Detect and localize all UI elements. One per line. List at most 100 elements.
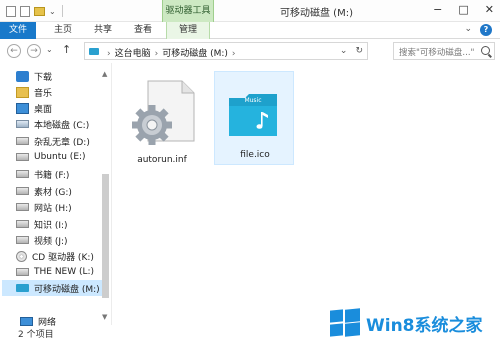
sidebar-item-drive-c[interactable]: 本地磁盘 (C:)	[16, 116, 89, 132]
music-folder-file-icon: Music	[229, 94, 277, 136]
breadcrumb-separator: ›	[107, 49, 111, 59]
sidebar-item-label: 视频 (J:)	[34, 236, 68, 247]
window-title: 可移动磁盘 (M:)	[280, 8, 353, 19]
download-folder-icon	[16, 70, 29, 82]
close-button[interactable]: ✕	[485, 3, 494, 16]
settings-file-icon	[132, 80, 195, 145]
drive-icon	[16, 236, 29, 244]
sidebar-item-drive-l[interactable]: THE NEW (L:)	[16, 264, 94, 280]
search-box[interactable]: 搜索"可移动磁盘..."	[393, 42, 495, 60]
recent-locations-icon[interactable]: ⌄	[46, 45, 53, 54]
tab-file[interactable]: 文件	[0, 22, 36, 39]
drive-icon	[16, 220, 29, 228]
music-folder-icon	[16, 86, 29, 98]
tab-manage[interactable]: 管理	[166, 22, 210, 39]
icon-label: Music	[244, 97, 261, 104]
customize-toolbar-icon[interactable]: ⌄	[49, 7, 56, 16]
ribbon-tabs: 文件 主页 共享 查看 管理 ⌄ ?	[0, 22, 500, 39]
sidebar-item-label: 杂乱无章 (D:)	[34, 137, 90, 148]
refresh-icon[interactable]: ↻	[355, 46, 363, 56]
sidebar-item-label: 下载	[34, 72, 53, 83]
drive-icon	[16, 137, 29, 145]
breadcrumb-removable-disk[interactable]: 可移动磁盘 (M:)	[162, 49, 228, 59]
sidebar-item-downloads[interactable]: 下载	[16, 68, 52, 84]
file-list: autorun.inf Music file.ico	[112, 63, 500, 325]
sidebar-item-desktop[interactable]: 桌面	[16, 100, 52, 116]
removable-drive-icon	[89, 48, 99, 55]
drive-icon	[16, 187, 29, 195]
sidebar-item-music[interactable]: 音乐	[16, 84, 52, 100]
back-button[interactable]: ←	[7, 44, 21, 58]
up-button[interactable]: ↑	[62, 43, 71, 56]
new-folder-icon[interactable]	[34, 6, 45, 16]
sidebar-item-drive-g[interactable]: 素材 (G:)	[16, 183, 72, 199]
network-icon	[20, 316, 33, 326]
drive-icon	[16, 170, 29, 178]
tab-home[interactable]: 主页	[54, 22, 72, 39]
forward-button[interactable]: →	[27, 44, 41, 58]
search-input[interactable]: 搜索"可移动磁盘..."	[399, 46, 474, 58]
minimize-button[interactable]: −	[433, 3, 442, 16]
breadcrumb-separator[interactable]: ›	[232, 49, 236, 59]
address-dropdown-icon[interactable]: ⌄	[340, 46, 348, 56]
sidebar-item-label: 可移动磁盘 (M:)	[34, 284, 100, 295]
sidebar-item-drive-j[interactable]: 视频 (J:)	[16, 232, 68, 248]
sidebar-item-label: Ubuntu (E:)	[34, 152, 86, 162]
breadcrumb: › 这台电脑 › 可移动磁盘 (M:) ›	[103, 46, 240, 59]
address-actions: ⌄ ↻	[340, 46, 363, 56]
desktop-folder-icon	[16, 102, 29, 114]
sidebar-item-label: 素材 (G:)	[34, 187, 72, 198]
navigation-scrollbar[interactable]: ▲ ▼	[100, 70, 110, 322]
scroll-up-icon[interactable]: ▲	[102, 70, 107, 78]
quick-access-toolbar: ⌄	[6, 4, 65, 18]
navigation-pane: 下载 音乐 桌面 本地磁盘 (C:) 杂乱无章 (D:) Ubuntu (E:)…	[0, 63, 112, 325]
sidebar-item-label: 知识 (I:)	[34, 220, 68, 231]
sidebar-item-label: 书籍 (F:)	[34, 170, 70, 181]
search-icon[interactable]	[481, 46, 490, 55]
sidebar-item-label: 网络	[38, 317, 57, 328]
properties-icon[interactable]	[6, 5, 16, 17]
sidebar-item-label: 网站 (H:)	[34, 203, 72, 214]
scroll-down-icon[interactable]: ▼	[102, 313, 107, 321]
sidebar-item-label: CD 驱动器 (K:)	[32, 252, 94, 263]
maximize-button[interactable]: □	[458, 3, 468, 16]
expand-ribbon-icon[interactable]: ⌄	[464, 24, 472, 36]
removable-drive-icon	[16, 284, 29, 292]
window-controls: − □ ✕	[433, 3, 494, 16]
system-drive-icon	[16, 120, 29, 128]
title-bar: ⌄ 驱动器工具 可移动磁盘 (M:) − □ ✕	[0, 0, 500, 22]
drive-icon	[16, 153, 29, 161]
watermark-text: Win8系统之家	[366, 315, 483, 336]
file-item-file-ico[interactable]: Music file.ico	[214, 71, 294, 165]
breadcrumb-this-pc[interactable]: 这台电脑	[115, 49, 151, 59]
sidebar-item-drive-d[interactable]: 杂乱无章 (D:)	[16, 133, 90, 149]
sidebar-item-drive-h[interactable]: 网站 (H:)	[16, 199, 72, 215]
sidebar-item-label: 音乐	[34, 88, 53, 99]
address-bar[interactable]: › 这台电脑 › 可移动磁盘 (M:) › ⌄ ↻	[84, 42, 368, 60]
windows-logo-icon	[330, 308, 360, 337]
tab-view[interactable]: 查看	[134, 22, 152, 39]
watermark: Win8系统之家	[330, 306, 498, 340]
sidebar-item-drive-i[interactable]: 知识 (I:)	[16, 216, 68, 232]
sidebar-item-label: THE NEW (L:)	[34, 267, 95, 277]
drive-tools-context-tab: 驱动器工具	[162, 0, 214, 22]
address-toolbar: ← → ⌄ ↑ › 这台电脑 › 可移动磁盘 (M:) › ⌄ ↻ 搜索"可移动磁盘..…	[0, 39, 500, 63]
toolbar-divider	[61, 5, 63, 17]
sidebar-item-label: 本地磁盘 (C:)	[34, 120, 90, 131]
drive-icon	[16, 268, 29, 276]
file-item-autorun[interactable]: autorun.inf	[122, 77, 202, 171]
tab-share[interactable]: 共享	[94, 22, 112, 39]
scrollbar-thumb[interactable]	[102, 174, 109, 298]
file-name: autorun.inf	[137, 155, 187, 165]
sidebar-item-drive-m[interactable]: 可移动磁盘 (M:)	[2, 280, 102, 296]
breadcrumb-separator[interactable]: ›	[155, 49, 159, 59]
sidebar-item-drive-k[interactable]: CD 驱动器 (K:)	[16, 248, 94, 264]
new-document-icon[interactable]	[20, 5, 30, 17]
cd-drive-icon	[16, 250, 27, 262]
sidebar-item-drive-e[interactable]: Ubuntu (E:)	[16, 149, 86, 165]
ribbon-controls: ⌄ ?	[464, 24, 492, 36]
file-name: file.ico	[240, 150, 270, 160]
sidebar-item-drive-f[interactable]: 书籍 (F:)	[16, 166, 69, 182]
help-icon[interactable]: ?	[480, 24, 492, 36]
drive-icon	[16, 203, 29, 211]
